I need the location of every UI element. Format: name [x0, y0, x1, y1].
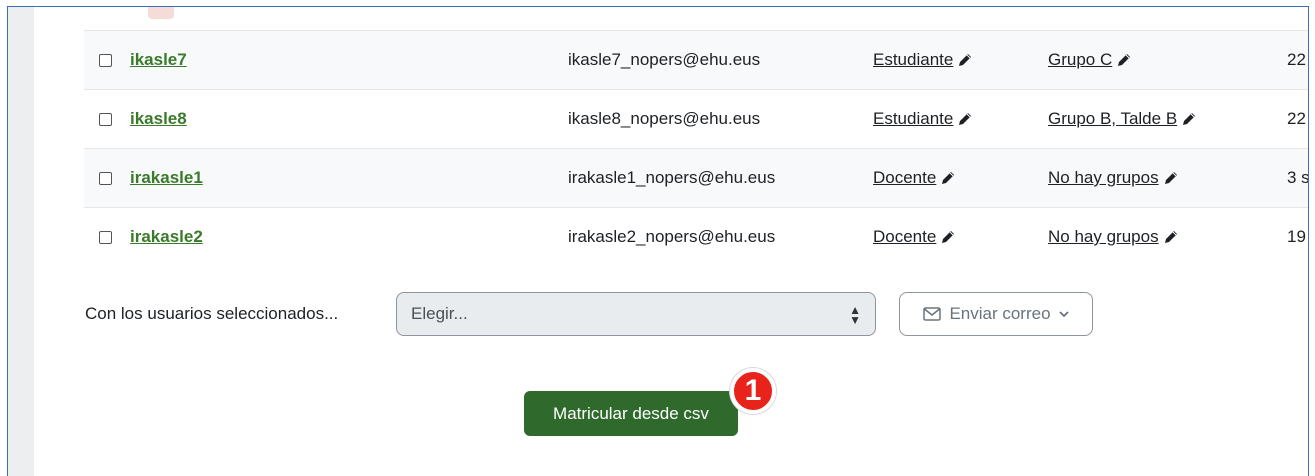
sort-arrows-icon: ▲ ▼	[849, 303, 861, 327]
last-access: 22	[1287, 109, 1306, 128]
step-number-badge: 1	[730, 368, 776, 414]
bulk-action-select[interactable]: Elegir... ▲ ▼	[396, 292, 876, 336]
last-access: 3 s	[1287, 168, 1309, 187]
table-row: irakasle1 irakasle1_nopers@ehu.eus Docen…	[84, 149, 1308, 207]
groups-label: Grupo C	[1048, 50, 1113, 69]
role-label: Docente	[873, 168, 937, 187]
groups-label: No hay grupos	[1048, 168, 1159, 187]
pencil-icon	[1164, 172, 1177, 184]
table-row: ikasle8 ikasle8_nopers@ehu.eus Estudiant…	[84, 90, 1308, 148]
row-select-checkbox[interactable]	[99, 31, 112, 89]
bulk-action-label: Con los usuarios seleccionados...	[85, 304, 339, 323]
checkbox-icon[interactable]	[99, 53, 112, 67]
role-label: Docente	[873, 227, 937, 246]
pencil-icon	[959, 54, 972, 66]
pencil-icon	[1118, 54, 1131, 66]
user-email: ikasle8_nopers@ehu.eus	[568, 109, 761, 128]
checkbox-icon[interactable]	[99, 112, 112, 126]
row-select-checkbox[interactable]	[99, 208, 112, 266]
checkbox-icon[interactable]	[99, 171, 112, 185]
user-email: irakasle2_nopers@ehu.eus	[568, 227, 776, 246]
select-value: Elegir...	[411, 304, 468, 323]
groups-edit-link[interactable]: Grupo B, Talde B	[1048, 109, 1197, 129]
user-link[interactable]: irakasle1	[130, 168, 203, 188]
send-mail-button[interactable]: Enviar correo	[899, 292, 1093, 336]
last-access: 19	[1287, 227, 1306, 246]
user-email: irakasle1_nopers@ehu.eus	[568, 168, 776, 187]
role-edit-link[interactable]: Docente	[873, 168, 956, 188]
pencil-icon	[959, 113, 972, 125]
row-select-checkbox[interactable]	[99, 149, 112, 207]
user-link[interactable]: irakasle2	[130, 227, 203, 247]
last-access: 22	[1287, 50, 1306, 69]
row-select-checkbox[interactable]	[99, 90, 112, 148]
enrol-from-csv-button[interactable]: Matricular desde csv	[524, 391, 738, 436]
role-edit-link[interactable]: Docente	[873, 227, 956, 247]
groups-edit-link[interactable]: Grupo C	[1048, 50, 1132, 70]
checkbox-icon[interactable]	[99, 230, 112, 244]
partial-badge	[148, 7, 174, 19]
screenshot-frame: ikasle7 ikasle7_nopers@ehu.eus Estudiant…	[7, 6, 1309, 476]
user-link[interactable]: ikasle8	[130, 109, 187, 129]
table-row: ikasle7 ikasle7_nopers@ehu.eus Estudiant…	[84, 31, 1308, 89]
user-link[interactable]: ikasle7	[130, 50, 187, 70]
envelope-icon	[923, 307, 942, 321]
role-label: Estudiante	[873, 50, 954, 69]
pencil-icon	[1164, 231, 1177, 243]
left-gutter	[8, 7, 34, 476]
groups-edit-link[interactable]: No hay grupos	[1048, 168, 1179, 188]
send-mail-label: Enviar correo	[949, 304, 1051, 323]
user-email: ikasle7_nopers@ehu.eus	[568, 50, 761, 69]
pencil-icon	[942, 172, 955, 184]
role-edit-link[interactable]: Estudiante	[873, 50, 973, 70]
chevron-down-icon	[1058, 311, 1069, 318]
groups-label: Grupo B, Talde B	[1048, 109, 1178, 128]
groups-label: No hay grupos	[1048, 227, 1159, 246]
role-edit-link[interactable]: Estudiante	[873, 109, 973, 129]
pencil-icon	[1183, 113, 1196, 125]
groups-edit-link[interactable]: No hay grupos	[1048, 227, 1179, 247]
role-label: Estudiante	[873, 109, 954, 128]
table-row: irakasle2 irakasle2_nopers@ehu.eus Docen…	[84, 208, 1308, 266]
pencil-icon	[942, 231, 955, 243]
